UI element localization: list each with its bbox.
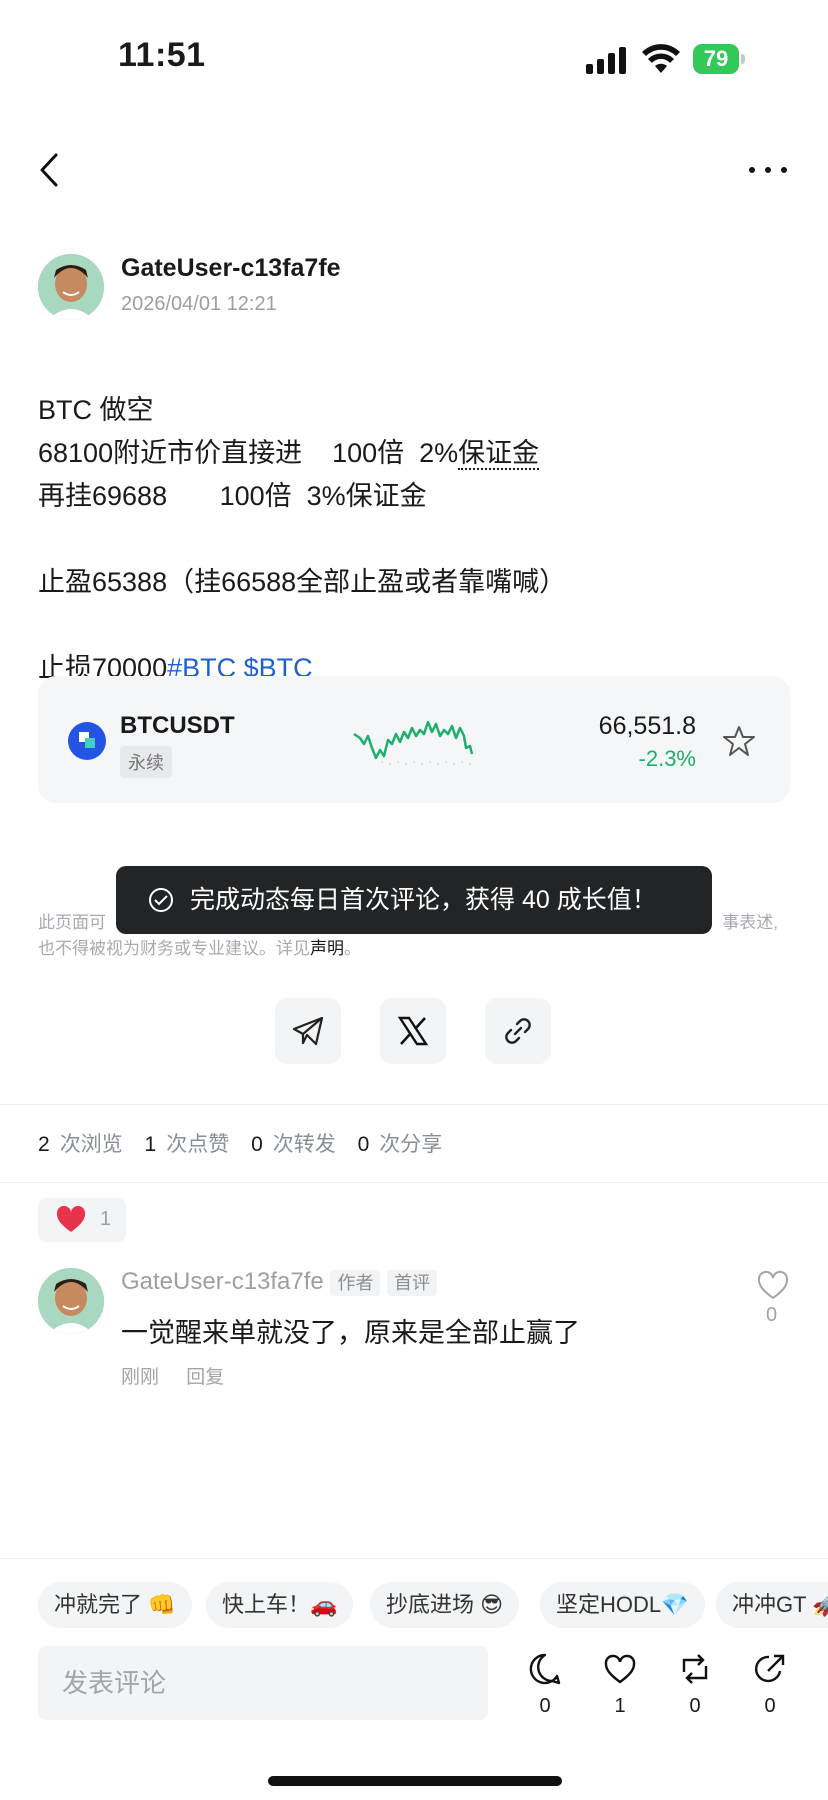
divider xyxy=(0,1104,828,1105)
share-telegram-button[interactable] xyxy=(275,998,341,1064)
check-circle-icon xyxy=(149,888,173,912)
comment-count: 0 xyxy=(539,1695,551,1717)
comment-like-icon[interactable] xyxy=(756,1268,790,1302)
quick-reply-chip[interactable]: 快上车！🚗 xyxy=(206,1582,354,1628)
contract-type-badge: 永续 xyxy=(120,746,172,778)
reaction-count: 1 xyxy=(100,1208,112,1230)
status-time: 11:51 xyxy=(118,36,206,74)
heart-outline-icon xyxy=(604,1654,636,1684)
author-badge: 作者 xyxy=(330,1270,381,1296)
avatar[interactable] xyxy=(38,254,104,320)
repost-icon xyxy=(682,1654,708,1684)
battery-indicator: 79 xyxy=(693,44,745,74)
comment-placeholder: 发表评论 xyxy=(62,1668,167,1698)
quick-reply-chip[interactable]: 冲冲GT 🚀 xyxy=(716,1582,828,1628)
divider xyxy=(0,1182,828,1183)
more-dots-icon[interactable] xyxy=(748,164,788,176)
link-icon xyxy=(505,1018,531,1044)
reaction-pill[interactable]: 1 xyxy=(38,1198,126,1242)
coin-icon xyxy=(68,722,106,760)
post-line: 再挂69688 100倍 3%保证金 xyxy=(38,481,427,511)
margin-term[interactable]: 保证金 xyxy=(458,438,540,470)
post-body: BTC 做空 68100附近市价直接进 100倍 2%保证金 再挂69688 100… xyxy=(38,346,566,733)
comment-icon xyxy=(529,1653,561,1685)
home-indicator[interactable] xyxy=(268,1776,562,1786)
reply-button[interactable]: 回复 xyxy=(186,1367,224,1388)
heart-icon xyxy=(56,1206,86,1232)
copy-link-button[interactable] xyxy=(485,998,551,1064)
telegram-icon xyxy=(292,1016,324,1046)
like-count: 1 xyxy=(614,1695,626,1717)
ticker-price: 66,551.8 xyxy=(598,712,696,740)
toast-text: 完成动态每日首次评论，获得 40 成长值！ xyxy=(190,886,657,914)
battery-level: 79 xyxy=(693,44,739,74)
comment-time: 刚刚 xyxy=(121,1367,160,1388)
share-x-button[interactable] xyxy=(380,998,446,1064)
post-line: 止盈65388（挂66588全部止盈或者靠嘴喊） xyxy=(38,567,567,597)
signal-icon xyxy=(586,47,626,74)
repost-action[interactable]: 0 xyxy=(670,1652,720,1718)
chevron-left-icon[interactable] xyxy=(38,152,60,188)
comment-text: 一觉醒来单就没了，原来是全部止赢了 xyxy=(121,1318,580,1348)
share-icon xyxy=(754,1654,785,1683)
sparkline-chart xyxy=(353,720,474,765)
first-comment-badge: 首评 xyxy=(387,1270,438,1296)
comment-meta: 刚刚 回复 xyxy=(121,1362,224,1389)
comment-like-count: 0 xyxy=(766,1304,778,1326)
comment-header: GateUser-c13fa7fe 作者 首评 xyxy=(121,1268,438,1296)
comment-username[interactable]: GateUser-c13fa7fe xyxy=(121,1268,324,1295)
disclaimer-link[interactable]: 声明 xyxy=(310,939,344,958)
comment-avatar[interactable] xyxy=(38,1268,104,1334)
comment-input[interactable]: 发表评论 xyxy=(38,1646,488,1720)
star-icon[interactable] xyxy=(722,724,756,758)
quick-reply-chip[interactable]: 抄底进场 😎 xyxy=(370,1582,520,1628)
x-icon xyxy=(397,1016,429,1046)
ticker-symbol: BTCUSDT xyxy=(120,712,235,739)
post-stats: 2 次浏览 1 次点赞 0 次转发 0 次分享 xyxy=(38,1133,443,1156)
toast-notification: 完成动态每日首次评论，获得 40 成长值！ xyxy=(116,866,712,934)
like-action[interactable]: 1 xyxy=(595,1652,645,1718)
quick-reply-overflow: 冲冲GT 🚀 xyxy=(716,1582,828,1628)
share-action[interactable]: 0 xyxy=(745,1652,795,1718)
comment-action[interactable]: 0 xyxy=(520,1652,570,1718)
wifi-icon xyxy=(642,44,680,73)
share-count: 0 xyxy=(764,1695,776,1717)
repost-count: 0 xyxy=(689,1695,701,1717)
quick-reply-chip[interactable]: 冲就完了 👊 xyxy=(38,1582,192,1628)
post-line: 68100附近市价直接进 100倍 2%保证金 xyxy=(38,438,540,470)
ticker-card[interactable]: BTCUSDT 永续 66,551.8 -2.3% xyxy=(38,676,790,803)
divider xyxy=(0,1558,828,1559)
ticker-change: -2.3% xyxy=(638,746,696,771)
post-line: BTC 做空 xyxy=(38,395,154,425)
post-date: 2026/04/01 12:21 xyxy=(121,293,277,315)
post-username[interactable]: GateUser-c13fa7fe xyxy=(121,254,341,283)
quick-reply-chip[interactable]: 坚定HODL💎 xyxy=(540,1582,705,1628)
